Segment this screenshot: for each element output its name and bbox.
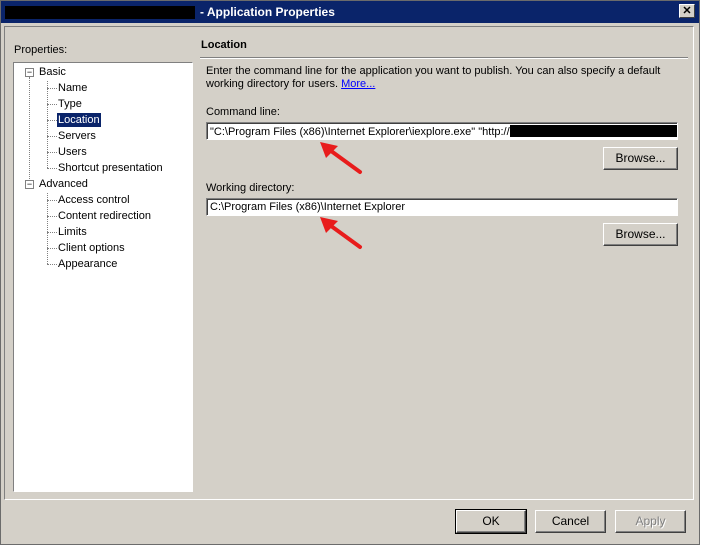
command-line-value: "C:\Program Files (x86)\Internet Explore… xyxy=(210,126,510,138)
tree-item-name[interactable]: Name xyxy=(57,81,88,95)
apply-button[interactable]: Apply xyxy=(615,510,686,533)
annotation-arrow-icon xyxy=(320,142,362,174)
tree-node-basic[interactable]: Basic xyxy=(38,65,67,79)
cancel-button[interactable]: Cancel xyxy=(535,510,606,533)
window-title: - Application Properties xyxy=(200,5,335,19)
tree-line xyxy=(47,152,57,153)
properties-tree[interactable]: − Basic Name Type Location Servers Users… xyxy=(13,62,193,492)
more-link[interactable]: More... xyxy=(341,78,375,90)
tree-item-users[interactable]: Users xyxy=(57,145,88,159)
section-divider xyxy=(200,57,688,59)
annotation-arrow-icon xyxy=(320,217,362,249)
command-line-input[interactable]: "C:\Program Files (x86)\Internet Explore… xyxy=(206,122,678,140)
tree-item-client-options[interactable]: Client options xyxy=(57,241,126,255)
working-directory-value: C:\Program Files (x86)\Internet Explorer xyxy=(210,201,406,213)
tree-item-limits[interactable]: Limits xyxy=(57,225,88,239)
tree-line xyxy=(47,248,57,249)
command-line-label: Command line: xyxy=(206,106,280,118)
close-icon: ✕ xyxy=(682,5,692,17)
location-description: Enter the command line for the applicati… xyxy=(206,65,676,91)
working-directory-label: Working directory: xyxy=(206,182,295,194)
tree-line xyxy=(47,264,57,265)
tree-item-servers[interactable]: Servers xyxy=(57,129,97,143)
tree-line xyxy=(47,136,57,137)
tree-line xyxy=(47,193,48,264)
tree-line xyxy=(47,232,57,233)
description-text: Enter the command line for the applicati… xyxy=(206,65,661,90)
browse-command-button[interactable]: Browse... xyxy=(603,147,678,170)
tree-line xyxy=(47,216,57,217)
redacted-title-block xyxy=(5,6,195,19)
tree-line xyxy=(29,77,30,183)
tree-node-advanced[interactable]: Advanced xyxy=(38,177,89,191)
working-directory-input[interactable]: C:\Program Files (x86)\Internet Explorer xyxy=(206,198,678,216)
tree-item-location[interactable]: Location xyxy=(57,113,101,127)
tree-item-content-redirection[interactable]: Content redirection xyxy=(57,209,152,223)
tree-line xyxy=(47,168,57,169)
tree-line xyxy=(47,120,57,121)
tree-item-shortcut-presentation[interactable]: Shortcut presentation xyxy=(57,161,164,175)
tree-item-access-control[interactable]: Access control xyxy=(57,193,131,207)
advanced-collapse-icon[interactable]: − xyxy=(25,180,34,189)
close-button[interactable]: ✕ xyxy=(679,4,695,18)
title-bar[interactable]: - Application Properties ✕ xyxy=(1,1,699,23)
tree-line xyxy=(47,88,57,89)
tree-line xyxy=(47,104,57,105)
browse-directory-button[interactable]: Browse... xyxy=(603,223,678,246)
tree-line xyxy=(47,81,48,168)
tree-item-type[interactable]: Type xyxy=(57,97,83,111)
section-title: Location xyxy=(201,39,247,51)
tree-item-appearance[interactable]: Appearance xyxy=(57,257,118,271)
properties-label: Properties: xyxy=(14,44,68,56)
tree-line xyxy=(47,200,57,201)
redacted-url-block xyxy=(509,125,677,137)
ok-button[interactable]: OK xyxy=(455,509,527,534)
basic-collapse-icon[interactable]: − xyxy=(25,68,34,77)
